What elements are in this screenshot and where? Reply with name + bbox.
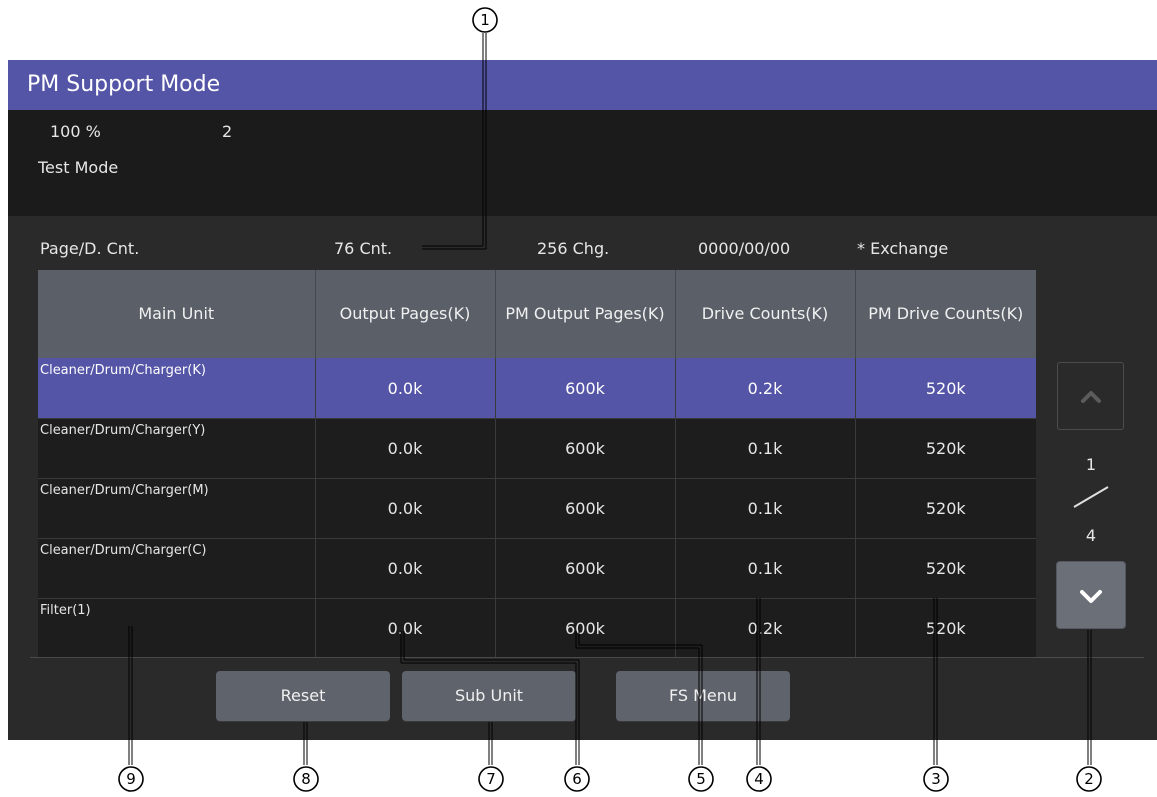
callout-6-label: 6 (572, 770, 582, 788)
callout-9-label: 9 (126, 770, 136, 788)
callout-5-label: 5 (696, 770, 706, 788)
callout-7-label: 7 (486, 770, 496, 788)
callout-overlay: 1 2 3 4 5 6 7 8 9 (118, 7, 1102, 792)
callout-4-label: 4 (754, 770, 764, 788)
callout-1-label: 1 (480, 11, 490, 29)
callout-8-label: 8 (301, 770, 311, 788)
callout-2-label: 2 (1084, 770, 1094, 788)
callout-3-label: 3 (931, 770, 941, 788)
